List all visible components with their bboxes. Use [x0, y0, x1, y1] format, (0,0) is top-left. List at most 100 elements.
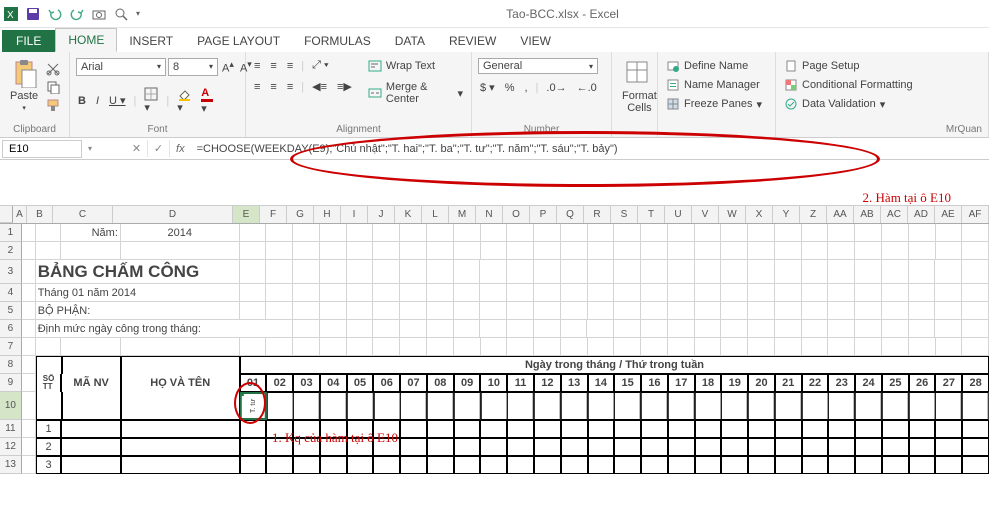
- col-header-C[interactable]: C: [53, 206, 113, 223]
- col-header-U[interactable]: U: [665, 206, 692, 223]
- col-header-L[interactable]: L: [422, 206, 449, 223]
- align-right-icon[interactable]: ≡: [285, 80, 295, 94]
- row-header-9[interactable]: 9: [0, 374, 22, 392]
- borders-icon[interactable]: ▾: [142, 86, 160, 115]
- col-header-S[interactable]: S: [611, 206, 638, 223]
- zoom-icon[interactable]: [114, 7, 128, 21]
- currency-icon[interactable]: $ ▾: [478, 80, 497, 95]
- merge-center-button[interactable]: Merge & Center ▾: [366, 80, 465, 106]
- redo-icon[interactable]: [70, 7, 84, 21]
- format-painter-icon[interactable]: [46, 98, 60, 112]
- col-header-K[interactable]: K: [395, 206, 422, 223]
- tab-page-layout[interactable]: PAGE LAYOUT: [185, 30, 292, 52]
- font-color-icon[interactable]: A ▾: [199, 86, 215, 116]
- col-header-R[interactable]: R: [584, 206, 611, 223]
- decrease-indent-icon[interactable]: ◀≡: [310, 79, 329, 94]
- save-icon[interactable]: [26, 7, 40, 21]
- row-header-2[interactable]: 2: [0, 242, 22, 260]
- tab-file[interactable]: FILE: [2, 30, 55, 52]
- col-header-O[interactable]: O: [503, 206, 530, 223]
- col-header-A[interactable]: A: [13, 206, 27, 223]
- comma-icon[interactable]: ,: [522, 81, 529, 95]
- orientation-icon[interactable]: ⤢ ▾: [310, 58, 330, 73]
- col-header-I[interactable]: I: [341, 206, 368, 223]
- align-top-icon[interactable]: ≡: [252, 59, 262, 73]
- col-header-AF[interactable]: AF: [962, 206, 989, 223]
- spreadsheet-grid[interactable]: ABCDEFGHIJKLMNOPQRSTUVWXYZAAABACADAEAF 1…: [0, 206, 989, 474]
- col-header-AE[interactable]: AE: [935, 206, 962, 223]
- col-header-T[interactable]: T: [638, 206, 665, 223]
- select-all-corner[interactable]: [0, 206, 13, 223]
- conditional-formatting-button[interactable]: Conditional Formatting: [782, 77, 915, 93]
- align-left-icon[interactable]: ≡: [252, 80, 262, 94]
- name-box[interactable]: [2, 140, 82, 158]
- row-header-5[interactable]: 5: [0, 302, 22, 320]
- row-header-13[interactable]: 13: [0, 456, 22, 474]
- cancel-formula-icon[interactable]: ✕: [126, 140, 148, 157]
- col-header-E[interactable]: E: [233, 206, 260, 223]
- row-header-1[interactable]: 1: [0, 224, 22, 242]
- name-box-dropdown-icon[interactable]: ▾: [84, 144, 96, 153]
- col-header-Q[interactable]: Q: [557, 206, 584, 223]
- increase-indent-icon[interactable]: ≡▶: [335, 79, 354, 94]
- decrease-decimal-icon[interactable]: ←.0: [575, 81, 599, 95]
- undo-icon[interactable]: [48, 7, 62, 21]
- row-header-11[interactable]: 11: [0, 420, 22, 438]
- camera-icon[interactable]: [92, 7, 106, 21]
- data-validation-button[interactable]: Data Validation ▾: [782, 96, 887, 112]
- col-header-P[interactable]: P: [530, 206, 557, 223]
- tab-home[interactable]: HOME: [55, 28, 117, 52]
- col-header-N[interactable]: N: [476, 206, 503, 223]
- cut-icon[interactable]: [46, 62, 60, 76]
- percent-icon[interactable]: %: [503, 81, 517, 95]
- col-header-H[interactable]: H: [314, 206, 341, 223]
- tab-formulas[interactable]: FORMULAS: [292, 30, 383, 52]
- col-header-J[interactable]: J: [368, 206, 395, 223]
- col-header-V[interactable]: V: [692, 206, 719, 223]
- paste-button[interactable]: Paste ▾: [6, 58, 42, 114]
- tab-data[interactable]: DATA: [383, 30, 437, 52]
- col-header-X[interactable]: X: [746, 206, 773, 223]
- col-header-AD[interactable]: AD: [908, 206, 935, 223]
- tab-insert[interactable]: INSERT: [117, 30, 185, 52]
- col-header-Y[interactable]: Y: [773, 206, 800, 223]
- italic-button[interactable]: I: [94, 94, 101, 108]
- col-header-AB[interactable]: AB: [854, 206, 881, 223]
- row-header-7[interactable]: 7: [0, 338, 22, 356]
- row-header-8[interactable]: 8: [0, 356, 22, 374]
- col-header-W[interactable]: W: [719, 206, 746, 223]
- align-center-icon[interactable]: ≡: [268, 80, 278, 94]
- row-header-10[interactable]: 10: [0, 392, 22, 420]
- number-format-select[interactable]: General▾: [478, 58, 598, 74]
- row-header-6[interactable]: 6: [0, 320, 22, 338]
- row-header-3[interactable]: 3: [0, 260, 22, 284]
- name-manager-button[interactable]: Name Manager: [664, 77, 762, 93]
- fx-icon[interactable]: fx: [170, 143, 191, 155]
- col-header-M[interactable]: M: [449, 206, 476, 223]
- col-header-D[interactable]: D: [113, 206, 233, 223]
- page-setup-button[interactable]: Page Setup: [782, 58, 862, 74]
- col-header-G[interactable]: G: [287, 206, 314, 223]
- font-name-select[interactable]: Arial▾: [76, 58, 166, 76]
- align-bottom-icon[interactable]: ≡: [285, 59, 295, 73]
- freeze-panes-button[interactable]: Freeze Panes ▾: [664, 96, 764, 112]
- font-size-select[interactable]: 8▾: [168, 58, 218, 76]
- copy-icon[interactable]: [46, 80, 60, 94]
- fill-color-icon[interactable]: ▾: [175, 86, 193, 115]
- col-header-B[interactable]: B: [27, 206, 53, 223]
- col-header-AA[interactable]: AA: [827, 206, 854, 223]
- enter-formula-icon[interactable]: ✓: [148, 140, 170, 157]
- col-header-F[interactable]: F: [260, 206, 287, 223]
- grow-font-icon[interactable]: A▴: [220, 58, 236, 76]
- col-header-AC[interactable]: AC: [881, 206, 908, 223]
- increase-decimal-icon[interactable]: .0→: [544, 81, 568, 95]
- tab-review[interactable]: REVIEW: [437, 30, 508, 52]
- align-middle-icon[interactable]: ≡: [268, 59, 278, 73]
- tab-view[interactable]: VIEW: [508, 30, 563, 52]
- row-header-12[interactable]: 12: [0, 438, 22, 456]
- format-cells-button[interactable]: Format Cells: [618, 58, 661, 116]
- col-header-Z[interactable]: Z: [800, 206, 827, 223]
- bold-button[interactable]: B: [76, 94, 88, 108]
- underline-button[interactable]: U ▾: [107, 93, 128, 108]
- row-header-4[interactable]: 4: [0, 284, 22, 302]
